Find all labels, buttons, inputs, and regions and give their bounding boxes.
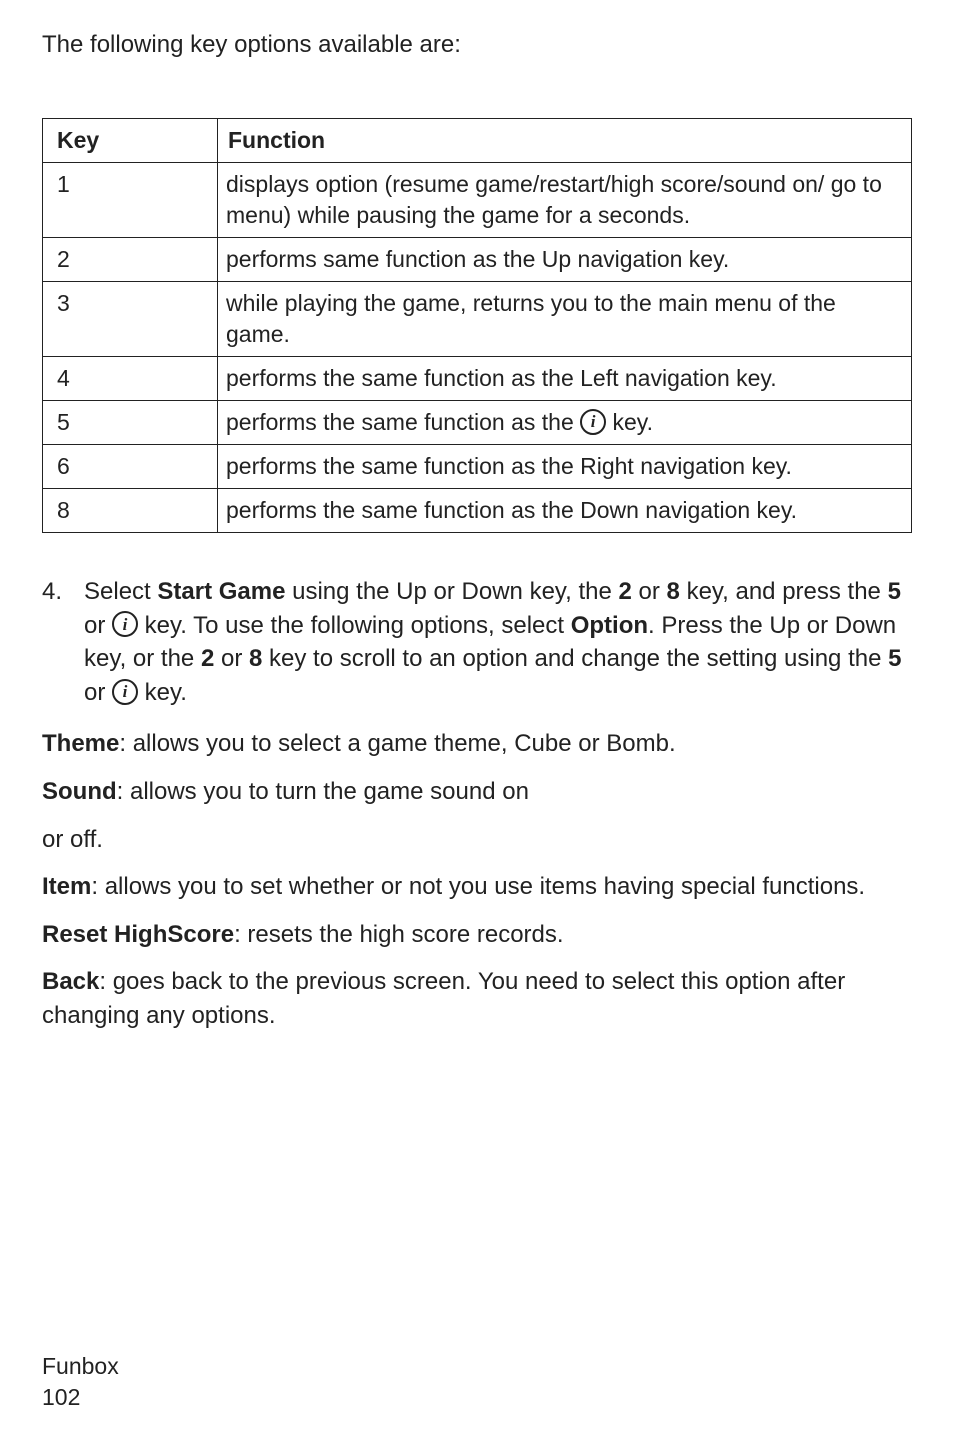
- t: or: [214, 645, 249, 672]
- sound-text: : allows you to turn the game sound on: [117, 778, 529, 805]
- cell-function: performs same function as the Up navigat…: [218, 237, 912, 281]
- cell-key: 6: [43, 444, 218, 488]
- item-text: : allows you to set whether or not you u…: [91, 873, 865, 900]
- cell-key: 4: [43, 356, 218, 400]
- document-page: The following key options available are:…: [0, 0, 954, 1433]
- footer-page-number: 102: [42, 1382, 119, 1413]
- intro-text: The following key options available are:: [42, 28, 912, 62]
- header-key: Key: [43, 118, 218, 162]
- table-row: 5 performs the same function as the i ke…: [43, 400, 912, 444]
- ok-key-icon: i: [112, 679, 138, 705]
- back-para: Back: goes back to the previous screen. …: [42, 965, 912, 1032]
- t: key, and press the: [680, 578, 888, 605]
- cell-function: performs the same function as the Left n…: [218, 356, 912, 400]
- cell-key: 2: [43, 237, 218, 281]
- key-5-bold: 5: [888, 578, 901, 605]
- or-off-para: or off.: [42, 823, 912, 857]
- back-label: Back: [42, 968, 99, 995]
- table-row: 3 while playing the game, returns you to…: [43, 281, 912, 356]
- page-footer: Funbox 102: [42, 1351, 119, 1413]
- t: using the Up or Down key, the: [285, 578, 618, 605]
- key-2-bold: 2: [619, 578, 632, 605]
- item-label: Item: [42, 873, 91, 900]
- key-8-bold: 8: [667, 578, 680, 605]
- option-bold: Option: [571, 612, 648, 639]
- item-para: Item: allows you to set whether or not y…: [42, 870, 912, 904]
- footer-section: Funbox: [42, 1351, 119, 1382]
- t: or: [84, 679, 112, 706]
- key-5-bold: 5: [888, 645, 901, 672]
- table-row: 2 performs same function as the Up navig…: [43, 237, 912, 281]
- sound-para: Sound: allows you to turn the game sound…: [42, 775, 912, 809]
- ok-key-icon: i: [580, 409, 606, 435]
- theme-label: Theme: [42, 730, 119, 757]
- key-8-bold: 8: [249, 645, 262, 672]
- step-4: 4. Select Start Game using the Up or Dow…: [42, 575, 912, 709]
- t: Select: [84, 578, 157, 605]
- reset-label: Reset HighScore: [42, 921, 234, 948]
- t: or: [84, 612, 112, 639]
- ok-key-icon: i: [112, 611, 138, 637]
- theme-text: : allows you to select a game theme, Cub…: [119, 730, 675, 757]
- key-2-bold: 2: [201, 645, 214, 672]
- table-row: 1 displays option (resume game/restart/h…: [43, 162, 912, 237]
- cell-key: 3: [43, 281, 218, 356]
- back-text: : goes back to the previous screen. You …: [42, 968, 845, 1029]
- step-body: Select Start Game using the Up or Down k…: [84, 575, 912, 709]
- cell-function: performs the same function as the Down n…: [218, 489, 912, 533]
- t: key. To use the following options, selec…: [138, 612, 571, 639]
- cell-function: performs the same function as the Right …: [218, 444, 912, 488]
- table-header-row: Key Function: [43, 118, 912, 162]
- reset-para: Reset HighScore: resets the high score r…: [42, 918, 912, 952]
- start-game-bold: Start Game: [157, 578, 285, 605]
- table-row: 6 performs the same function as the Righ…: [43, 444, 912, 488]
- cell-key: 1: [43, 162, 218, 237]
- cell-function: performs the same function as the i key.: [218, 400, 912, 444]
- row5-func-before: performs the same function as the: [226, 409, 580, 435]
- cell-function: displays option (resume game/restart/hig…: [218, 162, 912, 237]
- sound-label: Sound: [42, 778, 117, 805]
- t: key to scroll to an option and change th…: [262, 645, 888, 672]
- row5-func-after: key.: [613, 409, 653, 435]
- cell-key: 8: [43, 489, 218, 533]
- table-row: 8 performs the same function as the Down…: [43, 489, 912, 533]
- t: or: [632, 578, 667, 605]
- cell-key: 5: [43, 400, 218, 444]
- key-function-table: Key Function 1 displays option (resume g…: [42, 118, 912, 533]
- reset-text: : resets the high score records.: [234, 921, 563, 948]
- table-row: 4 performs the same function as the Left…: [43, 356, 912, 400]
- header-function: Function: [218, 118, 912, 162]
- theme-para: Theme: allows you to select a game theme…: [42, 727, 912, 761]
- t: key.: [138, 679, 187, 706]
- cell-function: while playing the game, returns you to t…: [218, 281, 912, 356]
- step-number: 4.: [42, 575, 84, 709]
